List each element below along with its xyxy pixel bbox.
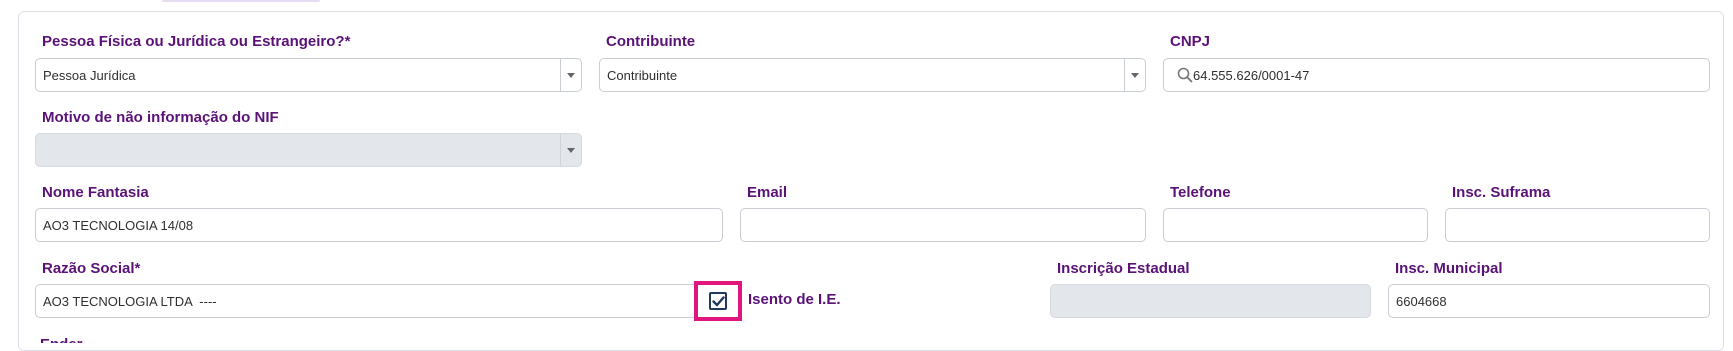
inscricao-estadual-label: Inscrição Estadual xyxy=(1057,260,1190,277)
search-icon[interactable] xyxy=(1177,67,1193,83)
cnpj-field[interactable]: 64.555.626/0001-47 xyxy=(1163,58,1710,92)
motivo-nif-label: Motivo de não informação do NIF xyxy=(42,109,279,126)
next-section-label: Ender xyxy=(40,336,83,343)
chevron-down-icon[interactable] xyxy=(1124,59,1145,91)
contribuinte-value: Contribuinte xyxy=(607,67,678,83)
cnpj-label: CNPJ xyxy=(1170,33,1211,50)
motivo-nif-select xyxy=(35,133,582,167)
insc-suframa-label: Insc. Suframa xyxy=(1452,184,1551,201)
nome-fantasia-label: Nome Fantasia xyxy=(42,184,149,201)
razao-social-label: Razão Social* xyxy=(42,260,141,277)
razao-social-value: AO3 TECNOLOGIA LTDA ---- xyxy=(43,293,217,309)
insc-municipal-value: 6604668 xyxy=(1396,293,1447,309)
chevron-down-icon[interactable] xyxy=(560,59,581,91)
razao-social-input[interactable]: AO3 TECNOLOGIA LTDA ---- xyxy=(35,284,723,318)
insc-municipal-input[interactable]: 6604668 xyxy=(1388,284,1710,318)
email-input[interactable] xyxy=(740,208,1146,242)
contribuinte-label: Contribuinte xyxy=(606,33,696,50)
insc-municipal-label: Insc. Municipal xyxy=(1395,260,1503,277)
chevron-down-icon xyxy=(560,134,581,166)
tab-indicator xyxy=(162,0,320,2)
check-icon xyxy=(711,295,725,306)
pessoa-tipo-value: Pessoa Jurídica xyxy=(43,67,136,83)
isento-ie-highlight xyxy=(694,281,742,321)
nome-fantasia-value: AO3 TECNOLOGIA 14/08 xyxy=(43,217,194,233)
isento-ie-checkbox[interactable] xyxy=(709,292,727,310)
pessoa-tipo-label: Pessoa Física ou Jurídica ou Estrangeiro… xyxy=(42,33,351,50)
pessoa-tipo-select[interactable]: Pessoa Jurídica xyxy=(35,58,582,92)
isento-ie-label[interactable]: Isento de I.E. xyxy=(748,291,841,309)
insc-suframa-input[interactable] xyxy=(1445,208,1710,242)
nome-fantasia-input[interactable]: AO3 TECNOLOGIA 14/08 xyxy=(35,208,723,242)
email-label: Email xyxy=(747,184,788,201)
contribuinte-select[interactable]: Contribuinte xyxy=(599,58,1146,92)
inscricao-estadual-input xyxy=(1050,284,1371,318)
cnpj-value: 64.555.626/0001-47 xyxy=(1193,67,1310,83)
telefone-label: Telefone xyxy=(1170,184,1231,201)
telefone-input[interactable] xyxy=(1163,208,1428,242)
